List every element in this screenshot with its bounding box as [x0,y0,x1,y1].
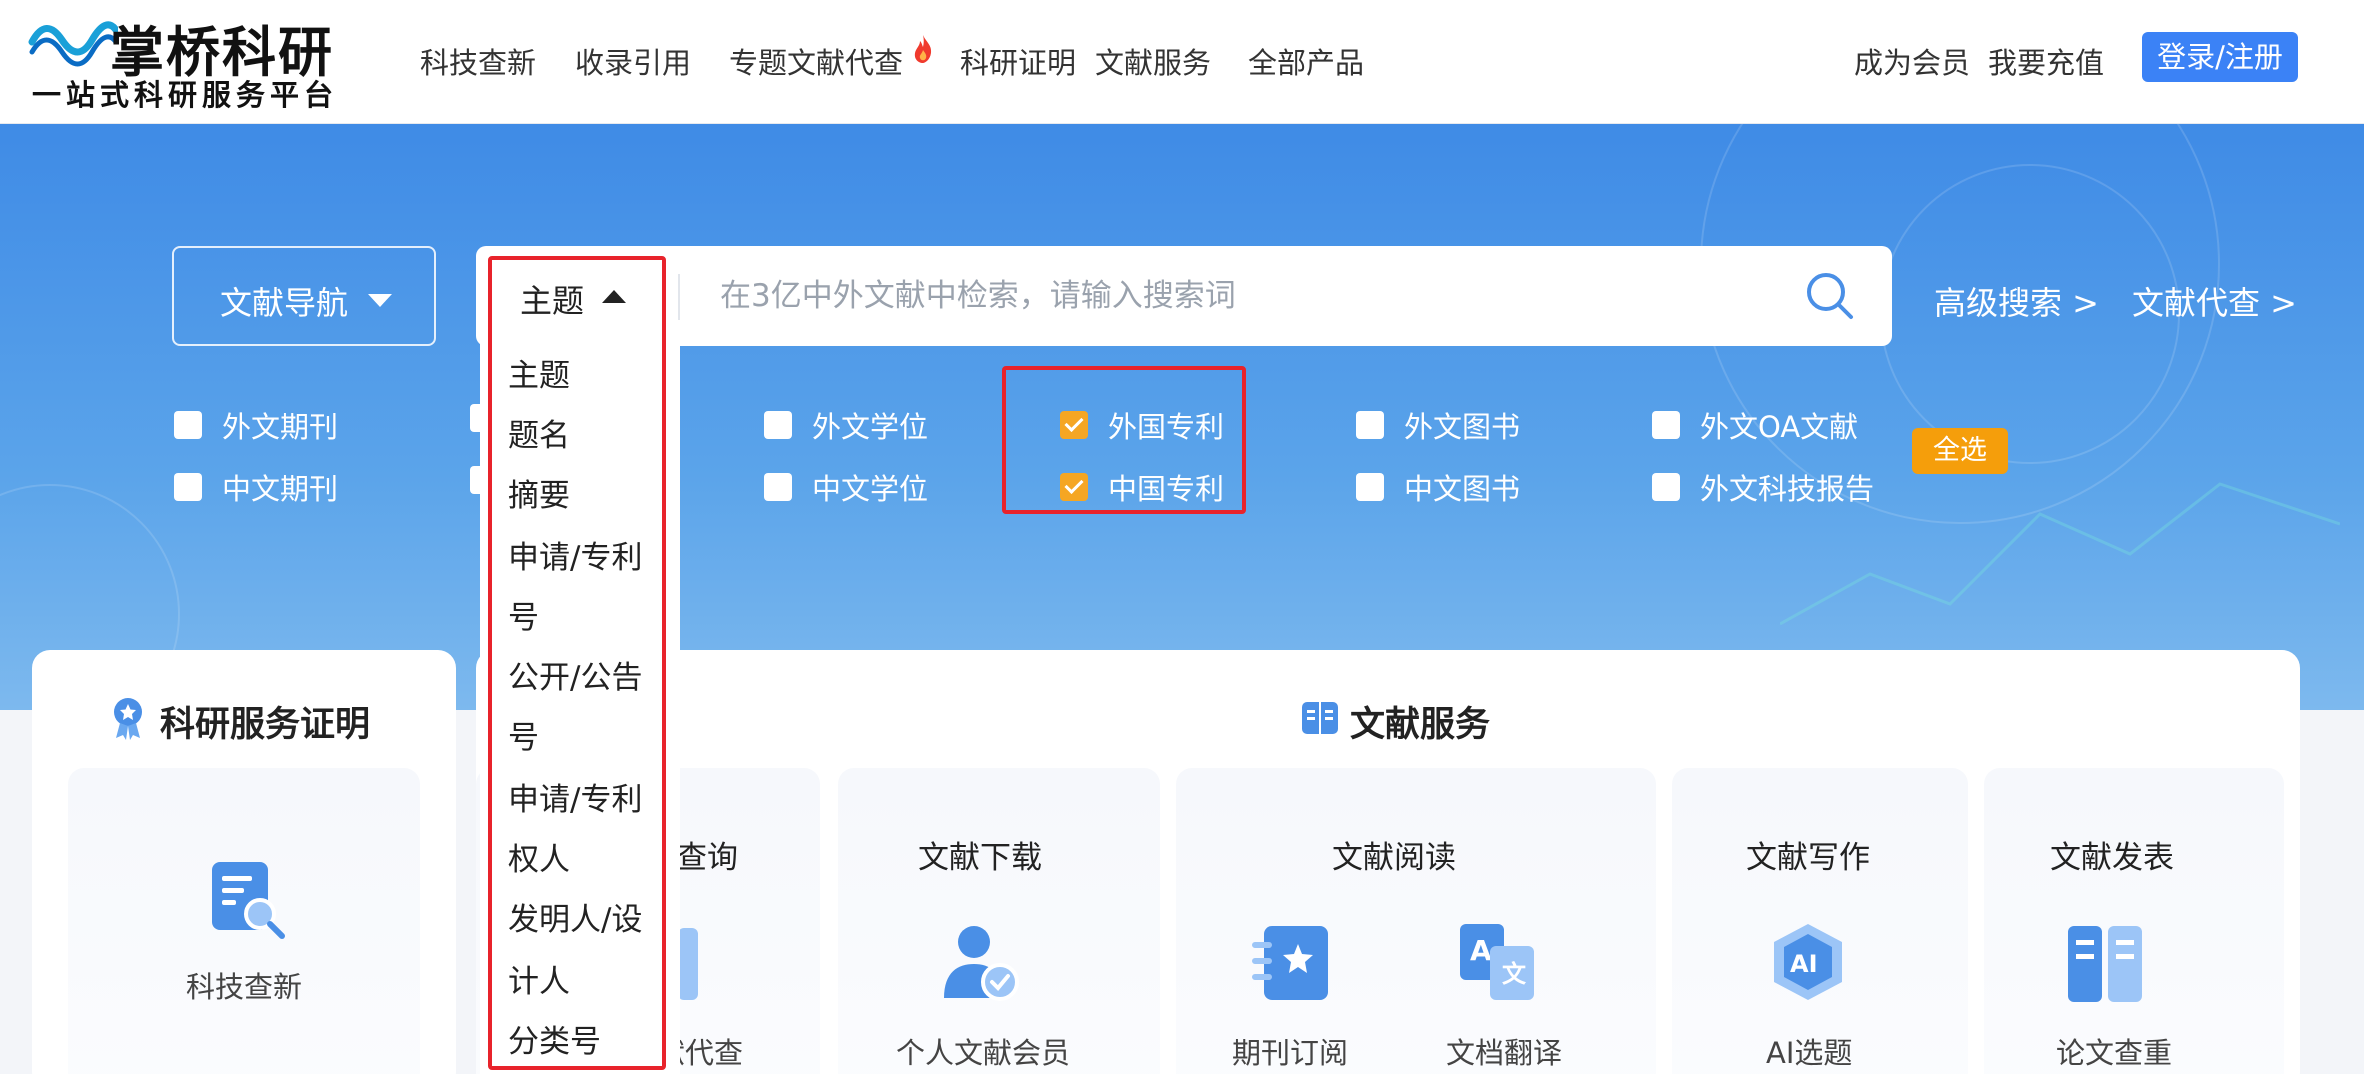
medal-icon [114,698,142,740]
translate-icon[interactable]: A 文 [1456,920,1540,1004]
category-panel [1176,768,1656,1074]
advanced-search-link[interactable]: 高级搜索 > [1934,278,2099,324]
plagiarism-check-icon[interactable] [2062,922,2146,1006]
checkbox[interactable] [1652,411,1680,439]
category-publishing: 文献发表 [2048,832,2176,877]
become-member-link[interactable]: 成为会员 [1854,40,1970,82]
hot-flame-icon [914,35,932,63]
literature-nav-button[interactable]: 文献导航 [172,246,436,346]
translation-label[interactable]: 文档翻译 [1446,1030,1562,1072]
search-icon[interactable] [1804,270,1856,322]
journal-star-icon[interactable] [1250,922,1334,1006]
svg-text:A: A [1470,934,1492,967]
category-panel [1984,768,2284,1074]
member-label[interactable]: 个人文献会员 [896,1030,1070,1072]
logo-wave-icon [28,21,118,67]
filter-foreign-journal[interactable]: 外文期刊 [174,404,338,446]
novelty-search-label[interactable]: 科技查新 [186,964,302,1006]
checkbox[interactable] [764,411,792,439]
filter-foreign-degree[interactable]: 外文学位 [764,404,928,446]
checkbox[interactable] [174,411,202,439]
nav-item-all-products[interactable]: 全部产品 [1248,40,1364,82]
recharge-link[interactable]: 我要充值 [1988,40,2104,82]
caret-down-icon [368,294,392,307]
filter-chinese-degree[interactable]: 中文学位 [764,466,928,508]
literature-service-title: 文献服务 [1350,705,1491,745]
svg-text:文: 文 [1502,960,1527,988]
top-header: 掌桥科研 一站式科研服务平台 科技查新 收录引用 专题文献代查 科研证明 文献服… [0,0,2364,124]
logo-subtitle: 一站式科研服务平台 [32,78,339,112]
search-divider [678,274,680,320]
decor-chart-line [1780,482,2340,626]
plagiarism-check-label[interactable]: 论文查重 [2056,1030,2172,1072]
category-writing: 文献写作 [1744,832,1872,877]
filter-chinese-journal[interactable]: 中文期刊 [174,466,338,508]
literature-retrieval-link[interactable]: 文献代查 > [2132,278,2297,324]
ai-topic-label[interactable]: AI选题 [1766,1030,1852,1072]
nav-item-sci-tech-novelty[interactable]: 科技查新 [420,40,536,82]
site-logo[interactable]: 掌桥科研 一站式科研服务平台 [28,6,348,112]
book-icon [1302,702,1338,734]
checkbox[interactable] [1356,473,1384,501]
research-proof-title: 科研服务证明 [160,705,371,745]
category-download: 文献下载 [916,832,1044,877]
checkbox[interactable] [764,473,792,501]
nav-item-indexing-citation[interactable]: 收录引用 [575,40,691,82]
svg-text:AI: AI [1790,950,1818,978]
nav-item-literature-service[interactable]: 文献服务 [1095,40,1211,82]
category-reading: 文献阅读 [1330,832,1458,877]
filter-foreign-oa[interactable]: 外文OA文献 [1652,404,1858,446]
ai-chip-icon[interactable]: AI [1766,920,1850,1004]
category-query: 查询 [674,832,740,877]
filter-chinese-book[interactable]: 中文图书 [1356,466,1520,508]
novelty-search-icon[interactable] [204,856,288,940]
checkbox[interactable] [1356,411,1384,439]
member-user-icon[interactable] [938,920,1022,1004]
search-input[interactable] [720,268,1720,324]
checkbox[interactable] [1652,473,1680,501]
login-register-button[interactable]: 登录/注册 [2142,32,2298,82]
filter-foreign-book[interactable]: 外文图书 [1356,404,1520,446]
search-box: 主题 [476,246,1892,346]
patent-highlight-frame [1002,366,1246,514]
filter-foreign-tech-report[interactable]: 外文科技报告 [1652,466,1874,508]
journal-subscription-label[interactable]: 期刊订阅 [1232,1030,1348,1072]
select-all-button[interactable]: 全选 [1912,428,2008,474]
nav-item-topic-literature[interactable]: 专题文献代查 [729,40,903,82]
literature-nav-label: 文献导航 [220,284,349,322]
literature-service-card: 文献服务 查询 文献下载 文献阅读 文献写作 文献发表 献代查 个人文献会员 期… [476,650,2300,1074]
nav-item-research-proof[interactable]: 科研证明 [960,40,1076,82]
dropdown-highlight-frame [488,256,666,1070]
checkbox[interactable] [174,473,202,501]
research-proof-card: 科研服务证明 科技查新 [32,650,456,1074]
